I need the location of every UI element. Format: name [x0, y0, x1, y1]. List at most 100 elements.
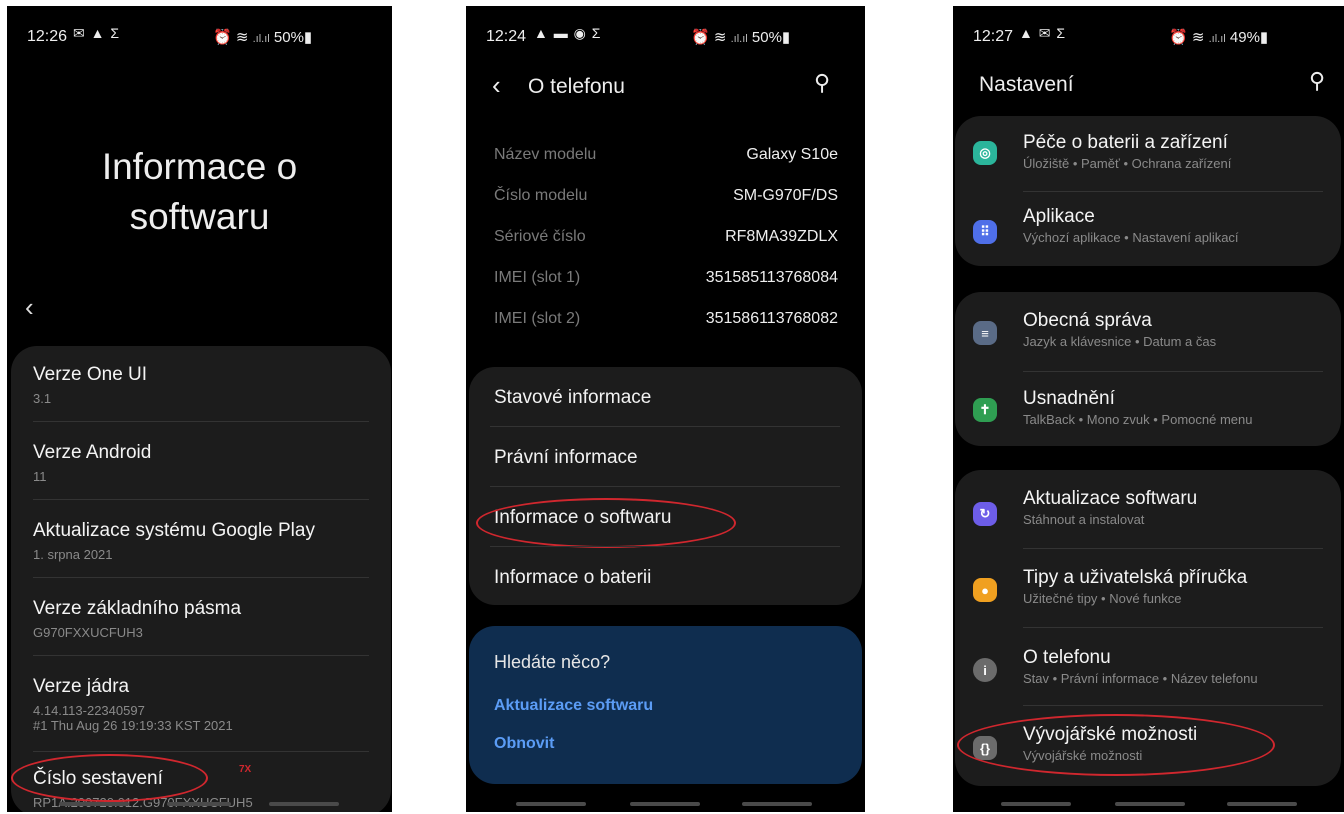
menu-battery-info[interactable]: Informace o baterii	[494, 567, 651, 589]
settings-item-tips[interactable]: Tipy a uživatelská příručka Užitečné tip…	[1023, 567, 1247, 606]
divider	[490, 486, 840, 487]
item-value: G970FXXUCFUH3	[33, 625, 143, 640]
item-title: Verze základního pásma	[33, 598, 242, 619]
menu-legal-info[interactable]: Právní informace	[494, 447, 638, 469]
item-title: Aktualizace softwaru	[1023, 488, 1198, 509]
info-label: IMEI (slot 2)	[494, 310, 581, 327]
nav-back[interactable]	[1227, 802, 1297, 806]
settings-item-device-care[interactable]: Péče o baterii a zařízení Úložiště • Pam…	[1023, 132, 1231, 171]
item-value: 1. srpna 2021	[33, 547, 113, 562]
divider	[33, 751, 369, 752]
nav-home[interactable]	[1115, 802, 1185, 806]
item-value-2: #1 Thu Aug 26 19:19:33 KST 2021	[33, 718, 233, 733]
nav-recents[interactable]	[1001, 802, 1071, 806]
about-phone-icon: i	[973, 658, 997, 682]
item-sub: TalkBack • Mono zvuk • Pomocné menu	[1023, 412, 1253, 427]
item-title: Aplikace	[1023, 206, 1095, 227]
highlight-ellipse	[476, 498, 736, 548]
nav-home[interactable]	[167, 802, 231, 806]
nav-back[interactable]	[742, 802, 812, 806]
highlight-ellipse	[957, 714, 1275, 776]
nav-recents[interactable]	[516, 802, 586, 806]
notification-icons: ▲ ✉ Σ	[1019, 25, 1067, 41]
menu-status-info[interactable]: Stavové informace	[494, 387, 651, 409]
item-sub: Výchozí aplikace • Nastavení aplikací	[1023, 230, 1239, 245]
signal-icon: .ıl.ıl	[1208, 33, 1226, 45]
battery-care-icon: ◎	[973, 141, 997, 165]
settings-item-about-phone[interactable]: O telefonu Stav • Právní informace • Náz…	[1023, 647, 1258, 686]
divider	[490, 546, 840, 547]
nav-home[interactable]	[630, 802, 700, 806]
alarm-wifi-icon: ⏰ ≋	[213, 29, 249, 46]
divider	[490, 426, 840, 427]
signal-icon: .ıl.ıl	[730, 33, 748, 45]
battery-level: 50%	[273, 29, 304, 46]
item-title: Aktualizace systému Google Play	[33, 520, 315, 541]
battery-icon: ▮	[1259, 29, 1269, 46]
info-value: 351585113768084	[705, 269, 838, 286]
list-item-android-version[interactable]: Verze Android 11	[33, 442, 151, 484]
page-title: Informace o softwaru	[101, 146, 298, 237]
info-label: Název modelu	[494, 146, 597, 163]
alarm-wifi-icon: ⏰ ≋	[1169, 29, 1205, 46]
software-update-icon: ↻	[973, 502, 997, 526]
nav-recents[interactable]	[59, 802, 129, 806]
item-value: 3.1	[33, 391, 52, 406]
battery-level: 50%	[751, 29, 782, 46]
alarm-wifi-icon: ⏰ ≋	[691, 29, 727, 46]
search-suggestion-title: Hledáte něco?	[494, 652, 611, 672]
divider	[33, 577, 369, 578]
link-reset[interactable]: Obnovit	[494, 735, 554, 753]
item-sub: Jazyk a klávesnice • Datum a čas	[1023, 334, 1217, 349]
list-item-google-play-update[interactable]: Aktualizace systému Google Play 1. srpna…	[33, 520, 315, 562]
link-software-update[interactable]: Aktualizace softwaru	[494, 697, 653, 715]
item-title: Péče o baterii a zařízení	[1023, 132, 1228, 153]
info-label: IMEI (slot 1)	[494, 269, 581, 286]
item-title: Tipy a uživatelská příručka	[1023, 567, 1248, 588]
settings-item-apps[interactable]: Aplikace Výchozí aplikace • Nastavení ap…	[1023, 206, 1239, 245]
status-right: ⏰ ≋ .ıl.ıl 49%▮	[1169, 28, 1268, 46]
header-title: O telefonu	[528, 75, 625, 98]
search-icon[interactable]: ⚲	[1309, 68, 1325, 94]
settings-item-accessibility[interactable]: Usnadnění TalkBack • Mono zvuk • Pomocné…	[1023, 388, 1252, 427]
tips-icon: ●	[973, 578, 997, 602]
software-info-card	[11, 346, 391, 812]
phone-screen-software-info: 12:26 ✉ ▲ Σ ⏰ ≋ .ıl.ıl 50%▮ Informace o …	[7, 6, 392, 812]
status-right: ⏰ ≋ .ıl.ıl 50%▮	[691, 28, 790, 46]
tap-count-label: 7X	[239, 764, 252, 775]
list-item-kernel-version[interactable]: Verze jádra 4.14.113-22340597 #1 Thu Aug…	[33, 676, 233, 733]
settings-item-general-management[interactable]: Obecná správa Jazyk a klávesnice • Datum…	[1023, 310, 1216, 349]
divider	[33, 655, 369, 656]
item-sub: Úložiště • Paměť • Ochrana zařízení	[1023, 156, 1232, 171]
device-info-list: Název modelu Galaxy S10e Číslo modelu SM…	[494, 146, 838, 346]
back-icon[interactable]: ‹	[25, 292, 34, 323]
phone-screen-settings: 12:27 ▲ ✉ Σ ⏰ ≋ .ıl.ıl 49%▮ Nastavení ⚲ …	[953, 6, 1344, 812]
settings-item-software-update[interactable]: Aktualizace softwaru Stáhnout a instalov…	[1023, 488, 1197, 527]
info-label: Sériové číslo	[494, 228, 586, 245]
info-value: Galaxy S10e	[746, 146, 838, 163]
list-item-one-ui[interactable]: Verze One UI 3.1	[33, 364, 147, 406]
back-icon[interactable]: ‹	[492, 70, 501, 101]
item-value: 4.14.113-22340597	[33, 703, 145, 718]
search-icon[interactable]: ⚲	[814, 70, 830, 96]
apps-icon: ⠿	[973, 220, 997, 244]
general-management-icon: ≡	[973, 321, 997, 345]
item-title: Verze One UI	[33, 364, 148, 385]
item-sub: Užitečné tipy • Nové funkce	[1023, 591, 1182, 606]
info-value: SM-G970F/DS	[733, 187, 838, 204]
item-title: Usnadnění	[1023, 388, 1115, 409]
status-time: 12:24	[486, 28, 527, 45]
nav-back[interactable]	[269, 802, 339, 806]
item-sub: Stáhnout a instalovat	[1023, 512, 1145, 527]
info-label: Číslo modelu	[494, 187, 588, 204]
signal-icon: .ıl.ıl	[252, 33, 270, 45]
item-title: Verze jádra	[33, 676, 130, 697]
notification-icons: ✉ ▲ Σ	[73, 25, 121, 41]
item-title: Verze Android	[33, 442, 152, 463]
highlight-ellipse	[11, 754, 208, 802]
accessibility-icon: ✝	[973, 398, 997, 422]
list-item-baseband-version[interactable]: Verze základního pásma G970FXXUCFUH3	[33, 598, 241, 640]
item-sub: Stav • Právní informace • Název telefonu	[1023, 671, 1258, 686]
divider	[1023, 548, 1323, 549]
battery-level: 49%	[1229, 29, 1260, 46]
